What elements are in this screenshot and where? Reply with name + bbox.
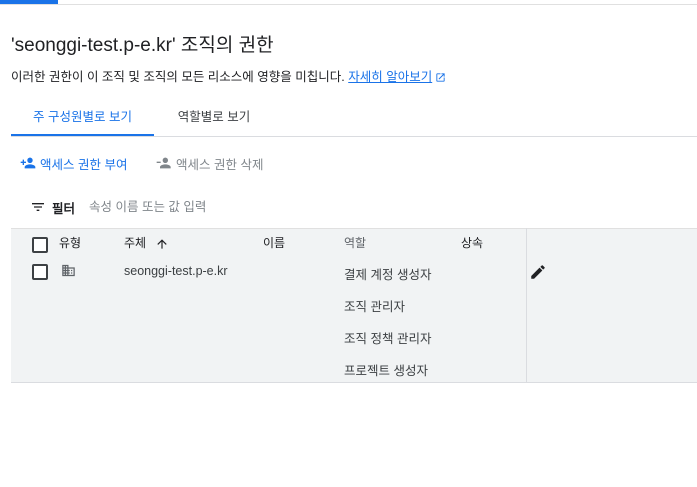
- page-title: 'seonggi-test.p-e.kr' 조직의 권한: [11, 35, 274, 56]
- learn-more-link[interactable]: 자세히 알아보기: [348, 70, 432, 84]
- column-header-name[interactable]: 이름: [263, 229, 285, 258]
- person-add-icon: [20, 157, 36, 169]
- principal-cell: seonggi-test.p-e.kr: [124, 264, 228, 278]
- select-all-checkbox[interactable]: [32, 237, 48, 253]
- page-subtitle: 이러한 권한이 이 조직 및 조직의 모든 리소스에 영향을 미칩니다. 자세히…: [11, 66, 446, 85]
- permissions-table: 유형 주체 이름 역할 상속 seonggi-test.p-e.kr 결제 계정…: [11, 228, 697, 383]
- table-header: 유형 주체 이름 역할 상속: [11, 228, 697, 259]
- column-header-principal-label: 주체: [124, 236, 147, 250]
- organization-icon: [62, 264, 75, 277]
- filter-bar: 필터: [30, 197, 340, 217]
- row-checkbox[interactable]: [32, 264, 48, 280]
- edit-icon[interactable]: [529, 263, 547, 281]
- filter-label: 필터: [52, 201, 76, 216]
- remove-access-button[interactable]: 액세스 권한 삭제: [155, 153, 263, 173]
- subtitle-text: 이러한 권한이 이 조직 및 조직의 모든 리소스에 영향을 미칩니다.: [11, 70, 345, 84]
- open-in-new-icon[interactable]: [435, 72, 446, 83]
- tab-view-by-principal[interactable]: 주 구성원별로 보기: [11, 101, 154, 136]
- column-header-role: 역할: [344, 236, 367, 250]
- remove-access-label: 액세스 권한 삭제: [176, 157, 264, 172]
- tab-view-by-role[interactable]: 역할별로 보기: [154, 101, 274, 134]
- top-tab-indicator: [0, 0, 58, 4]
- column-header-type[interactable]: 유형: [59, 229, 81, 258]
- arrow-upward-icon[interactable]: [155, 237, 169, 251]
- role-cell: 결제 계정 생성자: [344, 268, 432, 282]
- filter-input[interactable]: [89, 200, 340, 214]
- table-row: seonggi-test.p-e.kr 결제 계정 생성자 조직 관리자 조직 …: [11, 258, 697, 383]
- column-header-inheritance[interactable]: 상속: [461, 229, 483, 258]
- filter-list-icon[interactable]: [30, 199, 46, 215]
- role-cell: 프로젝트 생성자: [344, 364, 428, 378]
- view-tabs: 주 구성원별로 보기 역할별로 보기: [11, 101, 697, 137]
- grant-access-label: 액세스 권한 부여: [40, 157, 128, 172]
- role-cell: 조직 관리자: [344, 300, 405, 314]
- column-header-principal[interactable]: 주체: [124, 229, 169, 258]
- grant-access-button[interactable]: 액세스 권한 부여: [19, 153, 127, 173]
- column-divider: [526, 228, 527, 382]
- learn-more-label: 자세히 알아보기: [348, 70, 433, 84]
- role-cell: 조직 정책 관리자: [344, 332, 432, 346]
- person-remove-icon: [156, 157, 171, 169]
- top-tab-strip: [0, 0, 697, 5]
